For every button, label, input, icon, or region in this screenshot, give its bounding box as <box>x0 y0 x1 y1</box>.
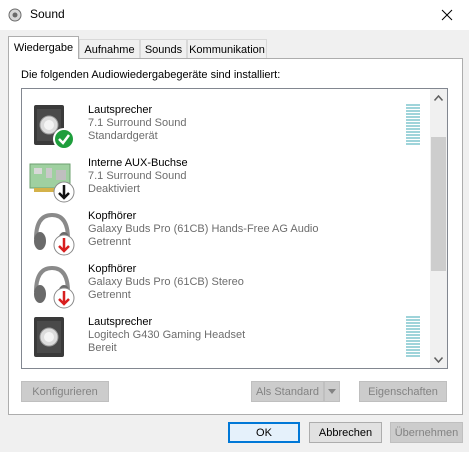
device-item[interactable]: Kopfhörer Galaxy Buds Pro (61CB) Hands-F… <box>22 205 431 258</box>
tab-label: Wiedergabe <box>13 42 74 54</box>
button-label: Konfigurieren <box>32 385 98 398</box>
button-label: Übernehmen <box>394 426 459 439</box>
device-description: Galaxy Buds Pro (61CB) Hands-Free AG Aud… <box>88 223 319 235</box>
disabled-arrow-badge-icon <box>53 181 75 203</box>
device-name: Interne AUX-Buchse <box>88 157 188 169</box>
device-name: Lautsprecher <box>88 104 153 116</box>
tab-kommunikation[interactable]: Kommunikation <box>187 39 267 59</box>
device-status: Getrennt <box>88 289 131 301</box>
device-status: Standardgerät <box>88 130 158 142</box>
device-name: Lautsprecher <box>88 316 153 328</box>
scroll-thumb[interactable] <box>431 137 446 271</box>
speaker-icon <box>34 105 75 150</box>
chevron-down-icon <box>328 389 336 394</box>
tab-wiedergabe[interactable]: Wiedergabe <box>8 36 79 59</box>
tab-sounds[interactable]: Sounds <box>140 39 187 59</box>
configure-button[interactable]: Konfigurieren <box>21 381 109 402</box>
level-meter <box>406 104 420 147</box>
headphones-icon <box>34 265 75 309</box>
scroll-down-button[interactable] <box>430 351 447 368</box>
close-button[interactable] <box>425 0 469 30</box>
apply-button[interactable]: Übernehmen <box>390 422 463 443</box>
tab-aufnahme[interactable]: Aufnahme <box>79 39 140 59</box>
button-label: Abbrechen <box>318 426 373 439</box>
level-meter <box>406 316 420 359</box>
device-item[interactable]: Lautsprecher Logitech G430 Gaming Headse… <box>22 311 431 364</box>
close-icon <box>441 9 453 21</box>
set-default-button[interactable]: Als Standard <box>251 381 324 402</box>
device-description: 7.1 Surround Sound <box>88 117 187 129</box>
set-default-dropdown[interactable] <box>324 381 340 402</box>
disconnected-arrow-badge-icon <box>53 234 75 256</box>
device-status: Bereit <box>88 342 117 354</box>
cancel-button[interactable]: Abbrechen <box>309 422 382 443</box>
tab-label: Aufnahme <box>84 43 135 56</box>
chevron-down-icon <box>434 356 443 363</box>
button-label: Als Standard <box>256 385 319 398</box>
scroll-up-button[interactable] <box>430 89 447 106</box>
check-badge-icon <box>53 128 75 150</box>
device-status: Deaktiviert <box>88 183 140 195</box>
speaker-icon <box>34 317 64 357</box>
device-description: 7.1 Surround Sound <box>88 170 187 182</box>
properties-button[interactable]: Eigenschaften <box>359 381 447 402</box>
ok-button[interactable]: OK <box>228 422 300 443</box>
device-status: Getrennt <box>88 236 131 248</box>
sound-card-icon <box>29 163 75 203</box>
device-list[interactable]: Lautsprecher 7.1 Surround Sound Standard… <box>21 88 448 369</box>
device-description: Galaxy Buds Pro (61CB) Stereo <box>88 276 244 288</box>
device-name: Kopfhörer <box>88 263 137 275</box>
intro-text: Die folgenden Audiowiedergabegeräte sind… <box>21 69 281 81</box>
vertical-scrollbar[interactable] <box>430 89 447 368</box>
tab-label: Sounds <box>144 43 183 56</box>
device-item[interactable]: Kopfhörer Galaxy Buds Pro (61CB) Stereo … <box>22 258 431 311</box>
headphones-icon <box>34 212 75 256</box>
device-name: Kopfhörer <box>88 210 137 222</box>
title-bar: Sound <box>0 0 469 30</box>
chevron-up-icon <box>434 94 443 101</box>
button-label: Eigenschaften <box>368 385 438 398</box>
speaker-app-icon <box>8 8 22 22</box>
device-description: Logitech G430 Gaming Headset <box>88 329 246 341</box>
window-title: Sound <box>30 7 65 21</box>
device-item[interactable]: Lautsprecher 7.1 Surround Sound Standard… <box>22 99 431 152</box>
device-item[interactable]: Interne AUX-Buchse 7.1 Surround Sound De… <box>22 152 431 205</box>
tab-label: Kommunikation <box>189 43 265 56</box>
button-label: OK <box>256 426 272 439</box>
disconnected-arrow-badge-icon <box>53 287 75 309</box>
